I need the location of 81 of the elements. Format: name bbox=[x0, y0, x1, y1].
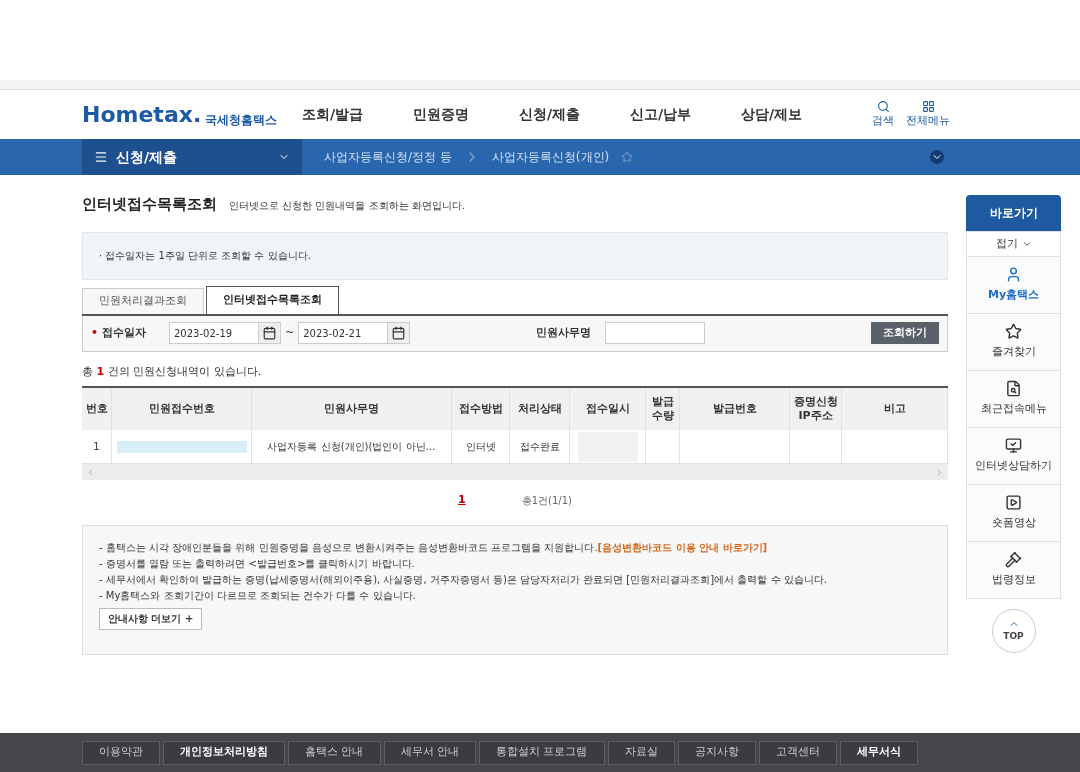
column-header: 민원사무명 bbox=[252, 388, 452, 430]
star-icon bbox=[1005, 323, 1022, 341]
quick-menu-item[interactable]: 법령정보 bbox=[966, 542, 1061, 599]
fold-button[interactable]: 접기 bbox=[966, 231, 1061, 257]
logo[interactable]: Hometax. bbox=[82, 103, 202, 126]
footer-link[interactable]: 공지사항 bbox=[677, 740, 756, 765]
nav-menu-item[interactable]: 민원증명 bbox=[413, 104, 469, 125]
search-button[interactable]: 검색 bbox=[872, 99, 894, 130]
quick-menu-item[interactable]: 즐겨찾기 bbox=[966, 314, 1061, 371]
footer-link[interactable]: 자료실 bbox=[607, 740, 675, 765]
nav-menu-item[interactable]: 조회/발급 bbox=[302, 104, 364, 125]
search-icon bbox=[876, 99, 890, 113]
table-cell: 접수완료 bbox=[510, 430, 570, 463]
calendar-icon bbox=[388, 322, 411, 344]
info-text: - My홈택스와 조회기간이 다르므로 조회되는 건수가 다를 수 있습니다. bbox=[99, 588, 416, 603]
more-info-button[interactable]: 안내사항 더보기 + bbox=[99, 607, 203, 630]
tab[interactable]: 인터넷접수목록조회 bbox=[206, 285, 339, 314]
quick-menu-item[interactable]: 인터넷상담하기 bbox=[966, 428, 1061, 485]
info-text: - 세무서에서 확인하여 발급하는 증명(납세증명서(해외이주용), 사실증명, 거주자증명서 등)은 담당자처리가 완료되면 [민원처리결과조회]에서 출력할 수 있습니다. bbox=[99, 572, 827, 587]
footer-link[interactable]: 고객센터 bbox=[758, 740, 837, 765]
scroll-left-icon bbox=[86, 467, 95, 477]
quick-menu-item[interactable]: 숏폼영상 bbox=[966, 485, 1061, 542]
nav-menu-item[interactable]: 상담/제보 bbox=[740, 104, 802, 125]
caret-icon bbox=[1021, 239, 1032, 249]
menu-dropdown[interactable]: 신청/제출 bbox=[82, 139, 302, 175]
footer-link[interactable]: 세무서 안내 bbox=[383, 740, 476, 765]
play-icon bbox=[1005, 494, 1022, 512]
table-cell: 사업자등록 신청(개인)(법인이 아닌… bbox=[252, 430, 452, 463]
table-cell: 인터넷 bbox=[452, 430, 510, 463]
logo-subtitle: 국세청홈택스 bbox=[205, 113, 278, 126]
page-title: 인터넷접수목록조회 bbox=[82, 194, 217, 215]
search-button[interactable]: 조회하기 bbox=[871, 322, 939, 344]
scroll-right-icon bbox=[935, 467, 944, 477]
column-header: 접수방법 bbox=[452, 388, 510, 430]
tab[interactable]: 민원처리결과조회 bbox=[82, 287, 204, 314]
notice-box: · 접수일자는 1주일 단위로 조회할 수 있습니다. bbox=[82, 231, 948, 280]
column-header: 처리상태 bbox=[510, 388, 570, 430]
document-search-icon bbox=[1005, 380, 1022, 398]
name-label: 민원사무명 bbox=[536, 324, 592, 341]
column-header: 민원접수번호 bbox=[112, 388, 252, 430]
menu-icon bbox=[94, 150, 108, 164]
gavel-icon bbox=[1005, 551, 1022, 569]
date-label: • 접수일자 bbox=[91, 324, 147, 341]
calendar-icon bbox=[259, 322, 281, 344]
footer-link[interactable]: 통합설치 프로그램 bbox=[479, 740, 605, 765]
quick-menu-item[interactable]: 최근접속메뉴 bbox=[966, 371, 1061, 428]
quick-menu-item[interactable]: My홈택스 bbox=[966, 257, 1061, 314]
page-link[interactable]: 1 bbox=[458, 492, 466, 509]
top-button[interactable]: TOP bbox=[991, 609, 1036, 653]
footer-link[interactable]: 개인정보처리방침 bbox=[163, 740, 285, 765]
page-subtitle: 인터넷으로 신청한 민원내역을 조회하는 화면입니다. bbox=[229, 199, 465, 213]
user-icon bbox=[1005, 266, 1022, 284]
star-icon bbox=[621, 151, 634, 163]
info-text: - 홈택스는 시각 장애인분들을 위해 민원증명을 음성으로 변환시켜주는 음성변환바코드 프로그램을 지원합니다.[음성변환바코드 이용 안내 바로가기] bbox=[99, 540, 768, 555]
horizontal-scrollbar[interactable] bbox=[82, 464, 948, 480]
date-from-field[interactable]: 2023-02-19 bbox=[169, 322, 259, 344]
name-field[interactable] bbox=[605, 322, 706, 344]
breadcrumb-item[interactable]: 사업자등록신청/정정 등 bbox=[312, 148, 464, 166]
footer-link[interactable]: 세무서식 bbox=[839, 740, 918, 765]
quick-menu-title: 바로가기 bbox=[966, 195, 1061, 231]
column-header: 번호 bbox=[82, 388, 112, 430]
info-text: - 증명서를 열람 또는 출력하려면 <발급번호>를 클릭하시기 바랍니다. bbox=[99, 556, 415, 571]
table-cell: 1 bbox=[82, 430, 112, 463]
breadcrumb-item[interactable]: 사업자등록신청(개인) bbox=[479, 148, 622, 166]
range-separator: ~ bbox=[285, 324, 295, 341]
nav-menu-item[interactable]: 신고/납부 bbox=[629, 104, 691, 125]
grid-icon bbox=[921, 99, 935, 113]
column-header: 발급번호 bbox=[680, 388, 790, 430]
redacted-block bbox=[577, 431, 638, 462]
footer-link[interactable]: 이용약관 bbox=[82, 740, 160, 765]
column-header: 비고 bbox=[842, 388, 948, 430]
nav-menu-item[interactable]: 신청/제출 bbox=[518, 104, 580, 125]
column-header: 증명신청 IP주소 bbox=[790, 388, 842, 430]
column-header: 접수일시 bbox=[570, 388, 646, 430]
page-total: 총1건(1/1) bbox=[521, 493, 572, 508]
expand-icon bbox=[930, 150, 944, 164]
date-to-field[interactable]: 2023-02-21 bbox=[298, 322, 389, 344]
all-menu-button[interactable]: 전체메뉴 bbox=[906, 99, 950, 130]
result-count: 총 1 건의 민원신청내역이 있습니다. bbox=[82, 363, 263, 380]
footer-link[interactable]: 홈택스 안내 bbox=[288, 740, 381, 765]
column-header: 발급 수량 bbox=[646, 388, 680, 430]
